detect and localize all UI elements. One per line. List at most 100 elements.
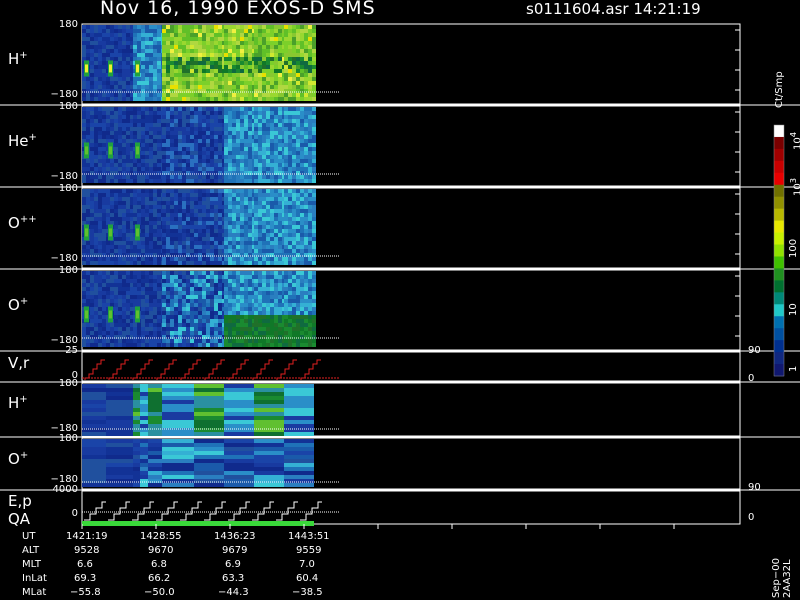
spectrogram-cell [258, 339, 262, 343]
spectrogram-cell [284, 131, 288, 135]
spectrogram-cell [106, 175, 110, 179]
spectrogram-cell [186, 135, 190, 139]
spectrogram-cell [240, 299, 244, 303]
spectrogram-cell [170, 303, 174, 307]
spectrogram-cell [174, 291, 178, 295]
spectrogram-cell [190, 287, 194, 291]
spectrogram-cell [240, 295, 244, 299]
spectrogram-cell [206, 135, 210, 139]
spectrogram-cell [137, 241, 141, 245]
spectrogram-cell [157, 249, 161, 253]
spectrogram-cell [86, 201, 90, 205]
spectrogram-cell [202, 327, 206, 331]
spectrogram-cell [308, 49, 312, 53]
spectrogram-cell [162, 41, 166, 45]
spectrogram-cell [126, 179, 130, 183]
spectrogram-cell [86, 175, 90, 179]
spectrogram-cell [86, 197, 90, 201]
spectrogram-cell [300, 193, 304, 197]
spectrogram-cell [274, 107, 278, 111]
spectrogram-cell [288, 283, 292, 287]
spectrogram-cell [186, 97, 190, 101]
spectrogram-cell [157, 225, 161, 229]
spectrogram-cell [258, 57, 262, 61]
spectrogram-cell [190, 131, 194, 135]
spectrogram-cell [218, 307, 222, 311]
spectrogram-cell [262, 323, 266, 327]
spectrogram-cell [162, 319, 166, 323]
spectrogram-cell [110, 53, 114, 57]
spectrogram-cell [190, 225, 194, 229]
spectrogram-cell [114, 97, 118, 101]
spectrogram-cell [145, 193, 149, 197]
spectrogram-cell [145, 339, 149, 343]
spectrogram-cell [274, 193, 278, 197]
spectrogram-cell [240, 303, 244, 307]
spectrogram-cell [186, 323, 190, 327]
spectrogram-cell [228, 53, 232, 57]
spectrogram-cell [137, 175, 141, 179]
spectrogram-cell [141, 33, 145, 37]
spectrogram-cell [133, 283, 137, 287]
spectrogram-cell [186, 25, 190, 29]
spectrogram-cell [248, 53, 252, 57]
spectrogram-cell [166, 167, 170, 171]
spectrogram-cell [106, 245, 110, 249]
spectrogram-cell [300, 245, 304, 249]
spectrogram-cell [190, 65, 194, 69]
spectrogram-cell [174, 131, 178, 135]
spectrogram-cell [82, 189, 86, 193]
spectrogram-cell [137, 213, 141, 217]
spectrogram-cell [248, 291, 252, 295]
spectrogram-cell [106, 41, 110, 45]
spectrogram-cell [262, 209, 266, 213]
spectrogram-cell [149, 57, 153, 61]
spectrogram-cell [153, 135, 157, 139]
spectrogram-cell [292, 339, 296, 343]
spectrogram-cell [170, 73, 174, 77]
spectrogram-cell [278, 237, 282, 241]
spectrogram-cell [166, 111, 170, 115]
spectrogram-cell [296, 107, 300, 111]
spectrogram-cell [102, 123, 106, 127]
spectrogram-cell [312, 123, 316, 127]
spectrogram-cell [288, 261, 292, 265]
spectrogram-cell [162, 217, 166, 221]
spectrogram-cell [312, 37, 316, 41]
spectrogram-cell [182, 179, 186, 183]
spectrogram-cell [86, 327, 90, 331]
spectrogram-cell [190, 245, 194, 249]
spectrogram-cell [248, 73, 252, 77]
spectrogram-cell [82, 123, 86, 127]
spectrogram-cell [270, 61, 274, 65]
spectrogram-cell [266, 37, 270, 41]
spectrogram-cell [110, 287, 114, 291]
spectrogram-cell [86, 257, 90, 261]
spectrogram-cell [118, 147, 122, 151]
spectrogram-cell [300, 115, 304, 119]
spectrogram-cell [232, 331, 236, 335]
spectrogram-cell [182, 229, 186, 233]
spectrogram-cell [300, 163, 304, 167]
spectrogram-cell [308, 275, 312, 279]
spectrogram-cell [118, 323, 122, 327]
spectrogram-cell [82, 467, 106, 471]
spectrogram-cell [133, 287, 137, 291]
spectrogram-cell [98, 201, 102, 205]
spectrogram-cell [98, 131, 102, 135]
spectrogram-cell [262, 315, 266, 319]
spectrogram-cell [206, 295, 210, 299]
spectrogram-cell [162, 65, 166, 69]
spectrogram-cell [98, 193, 102, 197]
spectrogram-cell [162, 311, 166, 315]
spectrogram-cell [274, 131, 278, 135]
spectrogram-cell [232, 237, 236, 241]
spectrogram-cell [122, 315, 126, 319]
spectrogram-cell [254, 475, 284, 479]
spectrogram-cell [236, 257, 240, 261]
spectrogram-cell [214, 339, 218, 343]
spectrogram-cell [140, 420, 148, 424]
spectrogram-cell [94, 61, 98, 65]
spectrogram-cell [133, 33, 137, 37]
spectrogram-cell [153, 119, 157, 123]
